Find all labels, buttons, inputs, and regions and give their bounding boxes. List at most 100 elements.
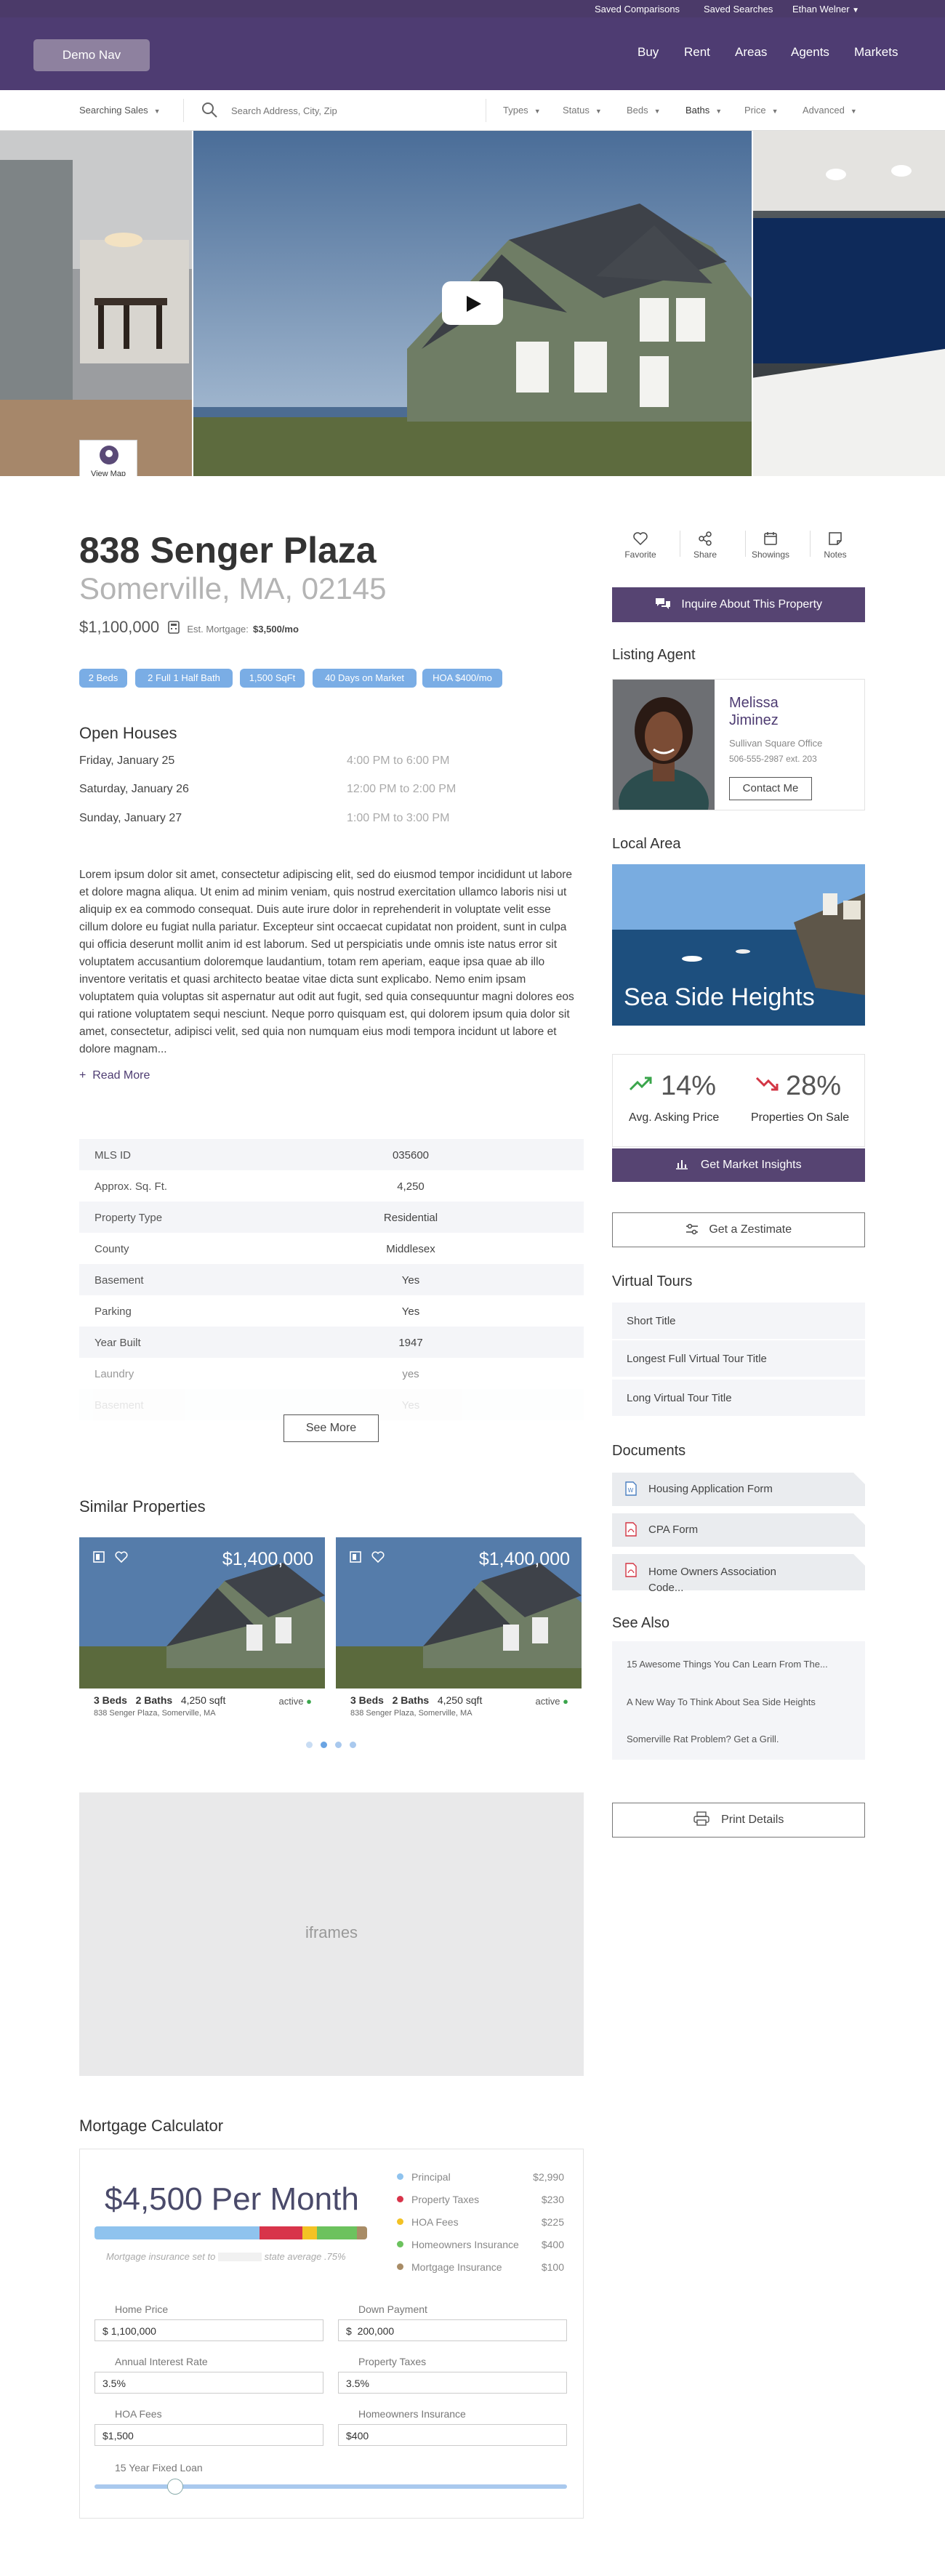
inquire-button[interactable]: Inquire About This Property — [612, 587, 865, 622]
iframe-placeholder: iframes — [79, 1792, 584, 2076]
virtual-tour-item[interactable]: Long Virtual Tour Title — [612, 1380, 865, 1416]
interest-rate-input[interactable]: 3.5% — [94, 2372, 323, 2394]
local-area-card[interactable]: Sea Side Heights — [612, 864, 865, 1026]
see-also-link[interactable]: 15 Awesome Things You Can Learn From The… — [627, 1659, 828, 1670]
note-icon — [829, 532, 842, 545]
loan-term-slider[interactable] — [94, 2479, 567, 2495]
heart-icon[interactable] — [371, 1550, 385, 1563]
see-also-link[interactable]: A New Way To Think About Sea Side Height… — [627, 1696, 816, 1707]
print-details-button[interactable]: Print Details — [612, 1803, 865, 1838]
field-value: 200,000 — [357, 2325, 395, 2337]
play-video-button[interactable] — [442, 281, 503, 325]
carousel-dot[interactable] — [350, 1742, 356, 1748]
tag-days-on-market: 40 Days on Market — [313, 669, 417, 688]
inquire-label: Inquire About This Property — [681, 598, 823, 611]
property-card[interactable]: $1,400,000 3 Beds 2 Baths 4,250 sqft 838… — [79, 1537, 325, 1726]
share-button[interactable]: Share — [680, 531, 731, 560]
home-price-input[interactable]: $ 1,100,000 — [94, 2319, 323, 2341]
see-also-link[interactable]: Somerville Rat Problem? Get a Grill. — [627, 1734, 779, 1744]
virtual-tour-item[interactable]: Longest Full Virtual Tour Title — [612, 1340, 865, 1377]
document-item[interactable]: Home Owners Association Code... — [612, 1554, 865, 1594]
heart-icon[interactable] — [114, 1550, 129, 1563]
calculator-icon[interactable] — [168, 621, 180, 634]
search-icon[interactable] — [201, 101, 218, 118]
breakdown-segment — [94, 2226, 260, 2239]
properties-on-sale-pct: 28% — [786, 1071, 842, 1101]
filter-status[interactable]: Status ▼ — [563, 105, 602, 116]
homeowners-insurance-input[interactable]: $400 — [338, 2424, 567, 2446]
favorite-button[interactable]: Favorite — [615, 531, 666, 560]
property-card[interactable]: $1,400,000 3 Beds 2 Baths 4,250 sqft 838… — [336, 1537, 582, 1726]
hoa-fees-input[interactable]: $1,500 — [94, 2424, 323, 2446]
breakdown-segment — [302, 2226, 318, 2239]
card-address: 838 Senger Plaza, Somerville, MA — [94, 1709, 216, 1718]
filter-advanced[interactable]: Advanced ▼ — [803, 105, 857, 116]
chat-icon — [655, 598, 670, 609]
see-also-title: See Also — [612, 1615, 669, 1631]
zestimate-button[interactable]: Get a Zestimate — [612, 1212, 865, 1247]
open-houses-title: Open Houses — [79, 724, 177, 742]
open-house-time: 1:00 PM to 3:00 PM — [347, 812, 450, 824]
breakdown-segment — [317, 2226, 358, 2239]
saved-searches-link[interactable]: Saved Searches — [704, 4, 773, 15]
legend-dot-icon — [397, 2173, 403, 2180]
notes-button[interactable]: Notes — [810, 531, 861, 560]
heart-icon — [633, 532, 648, 546]
market-insights-button[interactable]: Get Market Insights — [612, 1148, 865, 1182]
compare-icon[interactable] — [349, 1550, 362, 1563]
document-item[interactable]: W Housing Application Form — [612, 1473, 865, 1506]
see-more-button[interactable]: See More — [284, 1414, 379, 1442]
filter-price[interactable]: Price ▼ — [744, 105, 779, 116]
table-row: MLS ID 035600 — [79, 1139, 584, 1170]
property-location: Somerville, MA, 02145 — [79, 571, 387, 605]
filter-beds[interactable]: Beds ▼ — [627, 105, 661, 116]
interest-rate-label: Annual Interest Rate — [115, 2356, 208, 2367]
filter-label: Baths — [685, 105, 710, 116]
search-input[interactable] — [231, 100, 478, 121]
insurance-select[interactable] — [217, 2253, 262, 2261]
trend-up-icon — [629, 1076, 652, 1091]
user-menu[interactable]: Ethan Welner ▼ — [792, 4, 859, 15]
contact-agent-button[interactable]: Contact Me — [729, 777, 812, 800]
agent-photo — [613, 680, 715, 810]
open-house-time: 12:00 PM to 2:00 PM — [347, 783, 457, 795]
fact-value: yes — [402, 1368, 419, 1380]
avg-asking-label: Avg. Asking Price — [629, 1111, 720, 1124]
carousel-dot[interactable] — [306, 1742, 313, 1748]
legend-dot-icon — [397, 2263, 403, 2270]
payment-breakdown-bar — [94, 2226, 367, 2239]
nav-link-rent[interactable]: Rent — [684, 45, 710, 60]
carousel-dot[interactable] — [321, 1742, 327, 1748]
card-specs: 3 Beds 2 Baths 4,250 sqft — [350, 1694, 482, 1706]
filter-types[interactable]: Types ▼ — [503, 105, 541, 116]
nav-link-markets[interactable]: Markets — [854, 45, 898, 60]
open-house-date: Sunday, January 27 — [79, 812, 182, 824]
svg-text:W: W — [628, 1487, 634, 1494]
filter-label: Status — [563, 105, 590, 116]
agent-last-name: Jiminez — [729, 712, 779, 728]
fact-key: Approx. Sq. Ft. — [94, 1180, 168, 1193]
virtual-tour-item[interactable]: Short Title — [612, 1303, 865, 1339]
card-beds: 3 Beds — [350, 1694, 384, 1706]
pdf-doc-icon — [625, 1522, 637, 1537]
nav-link-areas[interactable]: Areas — [735, 45, 767, 60]
slider-handle[interactable] — [166, 2479, 183, 2495]
photo-gallery[interactable]: View Map — [0, 131, 945, 476]
compare-icon[interactable] — [92, 1550, 105, 1563]
property-taxes-input[interactable]: 3.5% — [338, 2372, 567, 2394]
chevron-down-icon: ▼ — [654, 108, 661, 115]
filter-baths[interactable]: Baths ▼ — [685, 105, 722, 116]
nav-link-agents[interactable]: Agents — [791, 45, 829, 60]
showings-button[interactable]: Showings — [745, 531, 796, 560]
view-map-button[interactable]: View Map — [79, 440, 137, 476]
document-item[interactable]: CPA Form — [612, 1513, 865, 1547]
down-payment-input[interactable]: $ 200,000 — [338, 2319, 567, 2341]
nav-link-buy[interactable]: Buy — [638, 45, 659, 60]
fact-value: Yes — [401, 1399, 420, 1412]
carousel-dot[interactable] — [335, 1742, 342, 1748]
search-mode-dropdown[interactable]: Searching Sales ▼ — [79, 105, 161, 116]
saved-comparisons-link[interactable]: Saved Comparisons — [595, 4, 680, 15]
read-more-link[interactable]: + Read More — [79, 1069, 150, 1082]
demo-nav-button[interactable]: Demo Nav — [33, 39, 150, 71]
agent-phone[interactable]: 506-555-2987 ext. 203 — [729, 754, 817, 764]
